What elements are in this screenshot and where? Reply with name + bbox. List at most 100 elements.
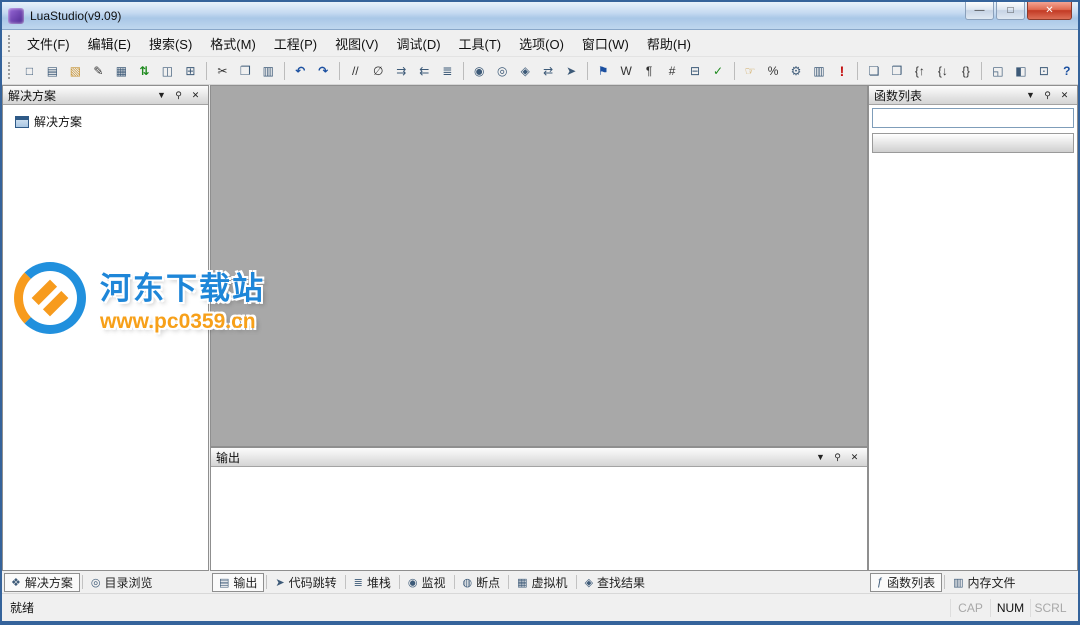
word-wrap-icon[interactable]: W bbox=[616, 60, 637, 81]
scroll-lock-indicator: SCRL bbox=[1030, 599, 1070, 617]
title-bar[interactable]: LuaStudio(v9.09) — □ ✕ bbox=[2, 2, 1078, 30]
tab-separator bbox=[508, 575, 509, 589]
tab-memory-files[interactable]: ▥ 内存文件 bbox=[947, 573, 1021, 592]
tab-solution[interactable]: ❖ 解决方案 bbox=[4, 573, 80, 592]
menu-options[interactable]: 选项(O) bbox=[510, 30, 573, 57]
menu-format[interactable]: 格式(M) bbox=[201, 30, 265, 57]
brace-next-icon[interactable]: {↓ bbox=[932, 60, 953, 81]
tab-separator bbox=[576, 575, 577, 589]
menu-debug[interactable]: 调试(D) bbox=[387, 30, 449, 57]
tab-find-results[interactable]: ◈ 查找结果 bbox=[579, 573, 651, 592]
tools-icon[interactable]: ⚙ bbox=[786, 60, 807, 81]
window-split-icon[interactable]: ◧ bbox=[1010, 60, 1031, 81]
tab-code-jump[interactable]: ➤ 代码跳转 bbox=[269, 573, 342, 592]
tab-stack[interactable]: ≣ 堆栈 bbox=[348, 573, 397, 592]
redo-icon[interactable]: ↷ bbox=[313, 60, 334, 81]
file-properties-icon[interactable]: ▦ bbox=[111, 60, 132, 81]
menu-file[interactable]: 文件(F) bbox=[18, 30, 79, 57]
tab-breakpoints[interactable]: ◍ 断点 bbox=[457, 573, 507, 592]
folder-open-icon[interactable]: ▧ bbox=[65, 60, 86, 81]
function-list-header-strip[interactable] bbox=[872, 133, 1074, 153]
syntax-check-icon[interactable]: ✓ bbox=[708, 60, 729, 81]
toolbar-separator bbox=[284, 62, 285, 80]
output-panel-header[interactable]: 输出 ▼ ⚲ ✕ bbox=[211, 448, 867, 467]
ruler-icon[interactable]: ▥ bbox=[809, 60, 830, 81]
minimize-button[interactable]: — bbox=[965, 2, 994, 20]
run-icon[interactable]: ! bbox=[831, 60, 852, 81]
bookmark-toggle-icon[interactable]: ⚑ bbox=[593, 60, 614, 81]
close-icon[interactable]: ✕ bbox=[847, 450, 862, 464]
tab-virtual-machine[interactable]: ▦ 虚拟机 bbox=[511, 573, 573, 592]
find-in-files-icon[interactable]: ◈ bbox=[515, 60, 536, 81]
function-panel-header[interactable]: 函数列表 ▼ ⚲ ✕ bbox=[869, 86, 1077, 105]
pin-icon[interactable]: ⚲ bbox=[171, 88, 186, 102]
bottom-tabs-center: ▤ 输出 ➤ 代码跳转 ≣ 堆栈 ◉ 监视 ◍ 断点 ▦ 虚拟机 ◈ bbox=[210, 571, 868, 593]
chevron-down-icon[interactable]: ▼ bbox=[154, 88, 169, 102]
tab-watch[interactable]: ◉ 监视 bbox=[402, 573, 452, 592]
comment-icon[interactable]: // bbox=[345, 60, 366, 81]
menu-bar: 文件(F) 编辑(E) 搜索(S) 格式(M) 工程(P) 视图(V) 调试(D… bbox=[2, 30, 1078, 57]
tab-output[interactable]: ▤ 输出 bbox=[212, 573, 264, 592]
indent-icon[interactable]: ⇉ bbox=[391, 60, 412, 81]
save-all-icon[interactable]: ⊞ bbox=[180, 60, 201, 81]
tab-directory-browser[interactable]: ◎ 目录浏览 bbox=[85, 573, 159, 592]
show-paragraph-icon[interactable]: ¶ bbox=[639, 60, 660, 81]
find-icon[interactable]: ◉ bbox=[469, 60, 490, 81]
replace-icon[interactable]: ⇄ bbox=[538, 60, 559, 81]
goto-line-icon[interactable]: ➤ bbox=[561, 60, 582, 81]
tree-item-solution[interactable]: 解决方案 bbox=[15, 113, 208, 130]
solution-icon bbox=[15, 116, 29, 128]
save-icon[interactable]: ◫ bbox=[157, 60, 178, 81]
output-content[interactable] bbox=[211, 467, 867, 570]
edit-source-icon[interactable]: ✎ bbox=[88, 60, 109, 81]
outdent-icon[interactable]: ⇇ bbox=[414, 60, 435, 81]
code-fold-icon[interactable]: ⊟ bbox=[685, 60, 706, 81]
menubar-grip[interactable] bbox=[8, 35, 12, 52]
zoom-icon[interactable]: % bbox=[763, 60, 784, 81]
menu-tools[interactable]: 工具(T) bbox=[450, 30, 511, 57]
copy-icon[interactable]: ❐ bbox=[235, 60, 256, 81]
brace-prev-icon[interactable]: {↑ bbox=[909, 60, 930, 81]
menu-help[interactable]: 帮助(H) bbox=[638, 30, 700, 57]
menu-view[interactable]: 视图(V) bbox=[326, 30, 387, 57]
close-icon[interactable]: ✕ bbox=[188, 88, 203, 102]
pin-icon[interactable]: ⚲ bbox=[830, 450, 845, 464]
close-icon[interactable]: ✕ bbox=[1057, 88, 1072, 102]
maximize-button[interactable]: □ bbox=[996, 2, 1025, 20]
open-file-icon[interactable]: ▤ bbox=[42, 60, 63, 81]
document-map-icon[interactable]: ❏ bbox=[863, 60, 884, 81]
format-align-icon[interactable]: ≣ bbox=[437, 60, 458, 81]
cut-icon[interactable]: ✂ bbox=[212, 60, 233, 81]
menu-window[interactable]: 窗口(W) bbox=[573, 30, 638, 57]
menu-project[interactable]: 工程(P) bbox=[265, 30, 326, 57]
sync-files-icon[interactable]: ⇅ bbox=[134, 60, 155, 81]
find-next-icon[interactable]: ◎ bbox=[492, 60, 513, 81]
bottom-tabs-right: ƒ 函数列表 ▥ 内存文件 bbox=[868, 571, 1078, 593]
virtual-machine-tab-icon: ▦ bbox=[517, 576, 527, 589]
pin-icon[interactable]: ⚲ bbox=[1040, 88, 1055, 102]
new-file-icon[interactable]: □ bbox=[19, 60, 40, 81]
tab-separator bbox=[454, 575, 455, 589]
function-filter-input[interactable] bbox=[872, 108, 1074, 128]
menu-edit[interactable]: 编辑(E) bbox=[79, 30, 140, 57]
chevron-down-icon[interactable]: ▼ bbox=[1023, 88, 1038, 102]
solution-panel-header[interactable]: 解决方案 ▼ ⚲ ✕ bbox=[3, 86, 208, 105]
help-icon[interactable]: ? bbox=[1056, 60, 1077, 81]
hand-tool-icon[interactable]: ☞ bbox=[740, 60, 761, 81]
close-button[interactable]: ✕ bbox=[1027, 2, 1072, 20]
menu-search[interactable]: 搜索(S) bbox=[140, 30, 201, 57]
watch-tab-icon: ◉ bbox=[408, 576, 418, 589]
toolbar-grip[interactable] bbox=[8, 62, 12, 79]
paste-icon[interactable]: ▥ bbox=[258, 60, 279, 81]
fullscreen-icon[interactable]: ◱ bbox=[987, 60, 1008, 81]
uncomment-icon[interactable]: ∅ bbox=[368, 60, 389, 81]
undo-icon[interactable]: ↶ bbox=[290, 60, 311, 81]
chevron-down-icon[interactable]: ▼ bbox=[813, 450, 828, 464]
brace-match-icon[interactable]: {} bbox=[955, 60, 976, 81]
solution-tree: 解决方案 bbox=[3, 105, 208, 130]
file-compare-icon[interactable]: ❒ bbox=[886, 60, 907, 81]
line-numbers-icon[interactable]: # bbox=[662, 60, 683, 81]
print-icon[interactable]: ⊡ bbox=[1033, 60, 1054, 81]
tab-function-list[interactable]: ƒ 函数列表 bbox=[870, 573, 942, 592]
tab-label: 断点 bbox=[476, 574, 500, 591]
